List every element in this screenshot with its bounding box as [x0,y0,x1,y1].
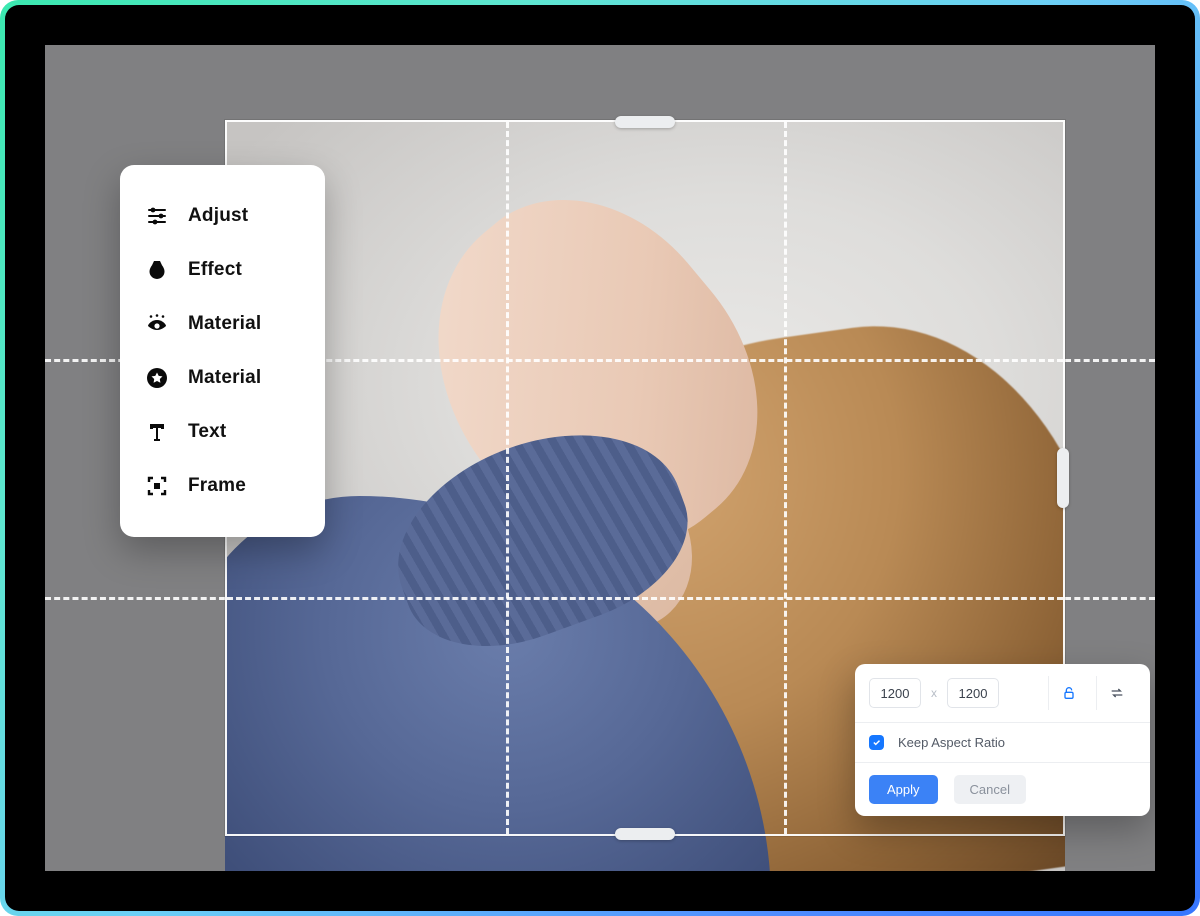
size-row-dimensions: x [855,664,1150,723]
text-icon [144,419,170,445]
guide-line [1065,597,1155,600]
tool-text[interactable]: Text [140,405,305,459]
grid-line [784,122,787,834]
grid-line [227,359,1063,362]
frame-icon [144,473,170,499]
window-frame: Adjust Effect Material [5,5,1195,911]
cancel-button[interactable]: Cancel [954,775,1026,804]
crop-handle-right[interactable] [1057,448,1069,508]
effect-icon [144,257,170,283]
tool-frame[interactable]: Frame [140,459,305,513]
keep-aspect-label: Keep Aspect Ratio [898,735,1005,750]
tool-material-star[interactable]: Material [140,351,305,405]
size-row-aspect: Keep Aspect Ratio [855,723,1150,763]
width-input[interactable] [869,678,921,708]
tool-palette: Adjust Effect Material [120,165,325,537]
material-eye-icon [144,311,170,337]
apply-button[interactable]: Apply [869,775,938,804]
swap-dimensions-button[interactable] [1096,676,1136,710]
tool-label: Text [188,421,226,443]
dimension-separator: x [929,686,939,700]
keep-aspect-checkbox[interactable] [869,735,884,750]
tool-label: Frame [188,475,246,497]
grid-line [506,122,509,834]
tool-label: Effect [188,259,242,281]
tool-adjust[interactable]: Adjust [140,189,305,243]
grid-line [227,597,1063,600]
tool-label: Material [188,313,261,335]
material-star-icon [144,365,170,391]
tool-label: Adjust [188,205,248,227]
guide-line [45,597,225,600]
tool-material-eye[interactable]: Material [140,297,305,351]
tool-label: Material [188,367,261,389]
guide-line [1065,359,1155,362]
size-row-actions: Apply Cancel [855,763,1150,816]
height-input[interactable] [947,678,999,708]
editor-stage: Adjust Effect Material [45,45,1155,871]
tool-effect[interactable]: Effect [140,243,305,297]
lock-aspect-button[interactable] [1048,676,1088,710]
adjust-icon [144,203,170,229]
window-gradient-border: Adjust Effect Material [0,0,1200,916]
size-panel: x Keep Aspect Ratio [855,664,1150,816]
crop-handle-top[interactable] [615,116,675,128]
crop-handle-bottom[interactable] [615,828,675,840]
